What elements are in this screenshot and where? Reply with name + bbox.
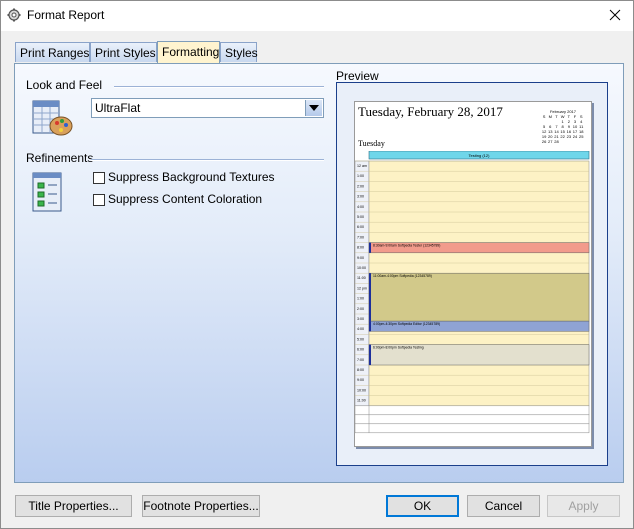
preview-page: Tuesday, February 28, 2017 Tuesday Febru… xyxy=(354,101,592,447)
time-label: 10:00 xyxy=(357,266,366,270)
apply-button[interactable]: Apply xyxy=(547,495,620,517)
refinements-icon xyxy=(32,172,62,212)
preview-date-title: Tuesday, February 28, 2017 xyxy=(358,104,503,119)
ok-button[interactable]: OK xyxy=(386,495,459,517)
event-label: 11:00am-4:00pm Softpedia (12345789) xyxy=(373,274,432,278)
divider xyxy=(91,159,324,161)
footer-row xyxy=(355,405,590,416)
footer-row xyxy=(355,423,590,434)
time-label: 6:00 xyxy=(357,225,364,229)
time-label: 5:00 xyxy=(357,337,364,341)
chevron-down-icon[interactable] xyxy=(305,100,322,116)
time-label: 9:00 xyxy=(357,378,364,382)
mini-calendar-days: 1 2 3 4 5 6 7 8 9 10 11 12 13 14 15 16 17 18 19 20 21 22 23 24 2… xyxy=(541,119,585,144)
tab-formatting[interactable]: Formatting xyxy=(157,41,220,63)
time-label: 6:00 xyxy=(357,348,364,352)
all-day-event-label: Testing (12) xyxy=(469,153,491,158)
time-label: 5:00 xyxy=(357,215,364,219)
footer-row xyxy=(355,414,590,425)
suppress-content-coloration-label[interactable]: Suppress Content Coloration xyxy=(108,192,262,206)
refinements-label: Refinements xyxy=(26,151,94,165)
look-and-feel-label: Look and Feel xyxy=(26,78,103,92)
window-title: Format Report xyxy=(27,8,105,22)
time-label: 7:00 xyxy=(357,235,364,239)
preview-day-label: Tuesday xyxy=(358,139,385,148)
suppress-content-coloration-checkbox[interactable] xyxy=(93,194,105,206)
close-button[interactable] xyxy=(603,4,627,26)
gear-icon xyxy=(7,8,21,22)
time-label: 11:00 xyxy=(357,399,366,403)
time-label: 7:00 xyxy=(357,358,364,362)
suppress-background-textures-checkbox[interactable] xyxy=(93,172,105,184)
event-label: 8:30am-9:00am Softpedia Tester (12345789… xyxy=(373,244,440,248)
tab-styles[interactable]: Styles xyxy=(220,42,258,62)
time-label: 3:00 xyxy=(357,195,364,199)
footnote-properties-button[interactable]: Footnote Properties... xyxy=(142,495,260,517)
event-marker xyxy=(369,273,371,322)
tab-print-ranges[interactable]: Print Ranges xyxy=(15,42,90,62)
time-label: 12 pm xyxy=(357,286,367,290)
event-marker xyxy=(369,242,371,253)
event-marker xyxy=(369,321,371,332)
preview-label: Preview xyxy=(336,69,379,83)
suppress-background-textures-label[interactable]: Suppress Background Textures xyxy=(108,170,275,184)
tab-print-styles[interactable]: Print Styles xyxy=(90,42,157,62)
time-label: 4:00 xyxy=(357,205,364,209)
time-label: 2:00 xyxy=(357,184,364,188)
preview-frame: Tuesday, February 28, 2017 Tuesday Febru… xyxy=(336,82,608,466)
time-label: 1:00 xyxy=(357,297,364,301)
event-marker xyxy=(369,344,371,365)
look-and-feel-select[interactable]: UltraFlat xyxy=(91,98,324,118)
divider xyxy=(114,86,324,88)
time-label: 2:00 xyxy=(357,307,364,311)
day-grid: Testing (12) 12 am 1:00 2:00 3:00 4:00 5:00 6:0… xyxy=(355,151,590,434)
time-label: 3:00 xyxy=(357,317,364,321)
time-label: 10:00 xyxy=(357,388,366,392)
time-label: 8:00 xyxy=(357,368,364,372)
time-label: 12 am xyxy=(357,164,367,168)
format-report-window: Format Report Print Ranges Print Styles … xyxy=(0,0,634,529)
time-label: 9:00 xyxy=(357,256,364,260)
formatting-panel: Look and Feel UltraFlat Refinements Supp… xyxy=(14,63,624,483)
mini-calendar-day xyxy=(578,139,584,144)
time-label: 4:00 xyxy=(357,327,364,331)
look-and-feel-value: UltraFlat xyxy=(95,101,141,115)
palette-icon xyxy=(32,100,73,136)
close-icon xyxy=(609,9,621,21)
title-bar: Format Report xyxy=(1,1,633,31)
time-label: 8:00 xyxy=(357,246,364,250)
event-block xyxy=(368,272,590,322)
time-label: 1:00 xyxy=(357,174,364,178)
event-label: 4:00pm-4:30pm Softpedia Editor (12345789… xyxy=(373,322,440,326)
event-label: 6:00pm-8:00pm Softpedia Testing xyxy=(373,346,424,350)
mini-calendar: February 2017 SMTWTFS 1 2 3 4 5 6 7 8 9 10 11 12 13 1… xyxy=(541,109,585,144)
time-label: 11:00 xyxy=(357,276,366,280)
title-properties-button[interactable]: Title Properties... xyxy=(15,495,132,517)
cancel-button[interactable]: Cancel xyxy=(467,495,540,517)
